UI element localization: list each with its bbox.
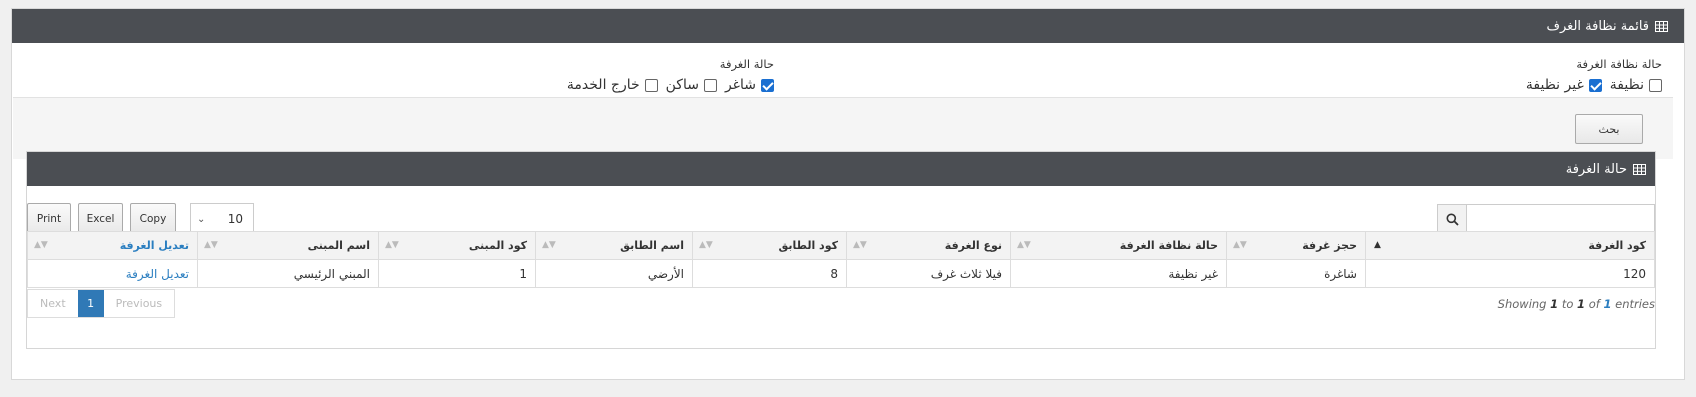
table-info: Showing 1 to 1 of 1 entries <box>1497 297 1655 311</box>
col-floor-name[interactable]: ▲▼ اسم الطابق <box>535 231 693 260</box>
checkbox-clean[interactable]: نظيفة <box>1610 77 1662 93</box>
col-edit-room[interactable]: ▲▼ تعديل الغرفة <box>27 231 198 260</box>
cleanliness-filter: حالة نظافة الغرفة نظيفة غير نظيفة <box>1526 57 1662 93</box>
cell-building-code: 1 <box>378 259 536 288</box>
cell-reservation: شاغرة <box>1226 259 1366 288</box>
inner-panel-header: حالة الغرفة <box>27 152 1655 186</box>
checkbox-occupied-label: ساكن <box>665 77 699 93</box>
table-footer: Next 1 Previous Showing 1 to 1 of 1 entr… <box>27 287 1655 321</box>
col-room-type[interactable]: ▲▼ نوع الغرفة <box>846 231 1011 260</box>
col-building-name[interactable]: ▲▼ اسم المبنى <box>197 231 379 260</box>
checkbox-out-of-service-label: خارج الخدمة <box>566 77 640 93</box>
panel-header: قائمة نظافة الغرف <box>12 9 1684 43</box>
sort-icon: ▲▼ <box>34 240 48 250</box>
col-floor-code[interactable]: ▲▼ كود الطابق <box>692 231 847 260</box>
checkbox-not-clean[interactable]: غير نظيفة <box>1526 77 1602 93</box>
col-building-code[interactable]: ▲▼ كود المبنى <box>378 231 536 260</box>
checkbox-clean-box[interactable] <box>1649 78 1662 92</box>
checkbox-not-clean-box[interactable] <box>1588 78 1602 92</box>
checkbox-not-clean-label: غير نظيفة <box>1525 77 1584 93</box>
checkbox-occupied-box[interactable] <box>703 78 717 92</box>
sort-icon: ▲▼ <box>204 240 218 250</box>
cell-room-code: 120 <box>1365 259 1655 288</box>
search-icon[interactable] <box>1438 205 1467 234</box>
pagination-page-1[interactable]: 1 <box>77 290 104 317</box>
room-status-filter: حالة الغرفة شاغر ساكن خارج الخدمة <box>567 57 774 93</box>
sort-icon: ▲▼ <box>385 240 399 250</box>
sort-icon: ▲▼ <box>1233 240 1247 250</box>
checkbox-clean-label: نظيفة <box>1609 77 1644 93</box>
table-header-row: ▲▼ تعديل الغرفة ▲▼ اسم المبنى ▲▼ كود المبنى… <box>27 231 1655 260</box>
checkbox-vacant[interactable]: شاغر <box>725 77 774 93</box>
pagination-next[interactable]: Next <box>28 290 78 317</box>
sort-icon: ▲▼ <box>1017 240 1031 250</box>
cell-building-name: المبني الرئيسي <box>197 259 379 288</box>
filters-area: حالة نظافة الغرفة نظيفة غير نظيفة حالة ا… <box>12 43 1684 103</box>
table-search-input[interactable] <box>1467 205 1654 234</box>
panel-title: قائمة نظافة الغرف <box>1546 18 1649 34</box>
checkbox-vacant-box[interactable] <box>761 78 774 92</box>
col-cleanliness[interactable]: ▲▼ حالة نظافة الغرفة <box>1010 231 1227 260</box>
sort-icon: ▲▼ <box>853 240 867 250</box>
checkbox-out-of-service-box[interactable] <box>644 78 658 92</box>
form-actions-bar: بحث <box>13 97 1673 159</box>
page-length-value: 10 <box>227 212 243 226</box>
cleanliness-filter-title: حالة نظافة الغرفة <box>1576 57 1662 71</box>
table-grid-icon <box>1633 163 1646 175</box>
pagination-previous[interactable]: Previous <box>104 290 175 317</box>
sort-asc-icon: ▲ <box>1374 240 1381 250</box>
room-status-panel: حالة الغرفة Print Excel Copy ⌄ 10 ▲▼ تعدي… <box>26 151 1656 349</box>
cell-edit-room[interactable]: تعديل الغرفة <box>27 259 198 288</box>
search-button[interactable]: بحث <box>1575 114 1643 144</box>
table-row: تعديل الغرفة المبني الرئيسي 1 الأرضي 8 ف… <box>27 259 1655 288</box>
rooms-table: ▲▼ تعديل الغرفة ▲▼ اسم المبنى ▲▼ كود المبنى… <box>27 231 1655 288</box>
col-reservation[interactable]: ▲▼ حجز غرفة <box>1226 231 1366 260</box>
cell-floor-name: الأرضي <box>535 259 693 288</box>
sort-icon: ▲▼ <box>699 240 713 250</box>
checkbox-out-of-service[interactable]: خارج الخدمة <box>567 77 658 93</box>
checkbox-vacant-label: شاغر <box>724 77 756 93</box>
cell-cleanliness: غير نظيفة <box>1010 259 1227 288</box>
cell-floor-code: 8 <box>692 259 847 288</box>
room-status-filter-title: حالة الغرفة <box>719 57 774 71</box>
sort-icon: ▲▼ <box>542 240 556 250</box>
table-grid-icon <box>1655 20 1668 32</box>
pagination: Next 1 Previous <box>27 289 176 318</box>
col-room-code[interactable]: ▲ كود الغرفة <box>1365 231 1655 260</box>
checkbox-occupied[interactable]: ساكن <box>666 77 717 93</box>
cell-room-type: فيلا ثلاث غرف <box>846 259 1011 288</box>
edit-room-link[interactable]: تعديل الغرفة <box>126 267 189 281</box>
chevron-down-icon: ⌄ <box>197 213 206 225</box>
inner-panel-title: حالة الغرفة <box>1565 161 1627 177</box>
